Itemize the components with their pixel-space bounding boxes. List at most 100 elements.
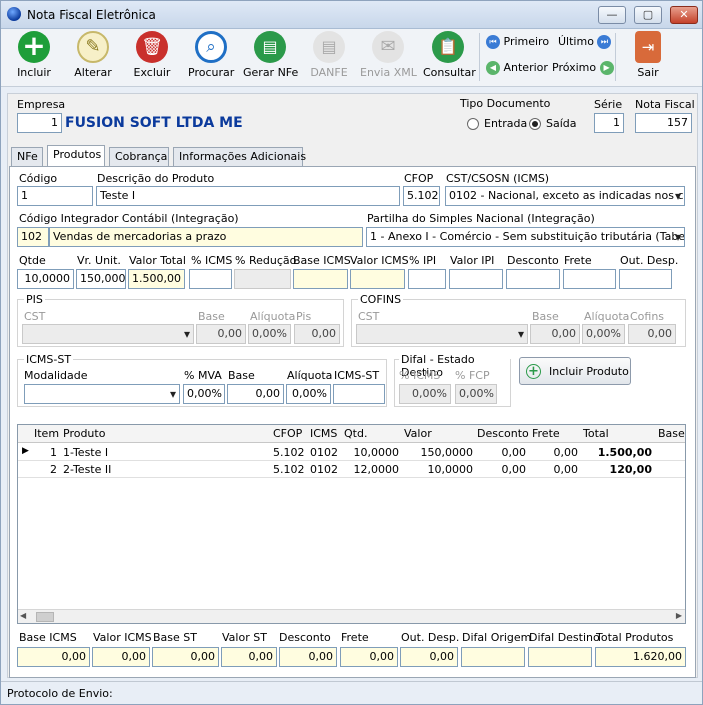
total-base-st-field[interactable]: 0,00 (152, 647, 219, 667)
col-cfop[interactable]: CFOP (273, 427, 302, 440)
st-aliquota-field[interactable]: 0,00% (286, 384, 331, 404)
ultimo-button[interactable]: Último ⏭ (558, 35, 612, 49)
procurar-button[interactable]: ⌕ Procurar (188, 31, 234, 79)
difal-origem-field[interactable] (461, 647, 525, 667)
col-valor[interactable]: Valor (404, 427, 432, 440)
empresa-code-field[interactable]: 1 (17, 113, 62, 133)
col-frete[interactable]: Frete (532, 427, 560, 440)
tab-cobranca[interactable]: Cobrança (109, 147, 169, 166)
total-frete-field[interactable]: 0,00 (340, 647, 398, 667)
col-item[interactable]: Item (34, 427, 59, 440)
scroll-left-icon[interactable]: ◀ (20, 611, 26, 620)
difal-icms-label: % ICMS (399, 369, 441, 382)
desconto-field[interactable] (506, 269, 560, 289)
pis-base-field[interactable]: 0,00 (196, 324, 246, 344)
p-ipi-field[interactable] (408, 269, 446, 289)
qtde-field[interactable]: 10,0000 (17, 269, 74, 289)
tab-nfe[interactable]: NFe (11, 147, 43, 166)
scroll-thumb[interactable] (36, 612, 54, 622)
col-base[interactable]: Base (658, 427, 685, 440)
cofins-cst-label: CST (358, 310, 380, 323)
pis-cst-select[interactable] (22, 324, 194, 344)
difal-group: Difal - Estado Destino % ICMS 0,00% % FC… (394, 353, 511, 407)
out-desp-field[interactable] (619, 269, 672, 289)
base-icms-field[interactable] (293, 269, 348, 289)
col-icms[interactable]: ICMS (310, 427, 337, 440)
pis-aliquota-field[interactable]: 0,00% (248, 324, 291, 344)
cofins-base-field[interactable]: 0,00 (530, 324, 580, 344)
difal-icms-field[interactable]: 0,00% (399, 384, 451, 404)
total-out-desp-field[interactable]: 0,00 (400, 647, 458, 667)
consultar-button[interactable]: 📋 Consultar (423, 31, 476, 79)
envelope-icon: ✉ (372, 31, 404, 63)
scroll-right-icon[interactable]: ▶ (676, 611, 682, 620)
tab-informacoes-adicionais[interactable]: Informações Adicionais (173, 147, 306, 166)
total-base-icms-field[interactable]: 0,00 (17, 647, 90, 667)
entrada-radio[interactable] (467, 118, 479, 130)
col-total[interactable]: Total (583, 427, 609, 440)
icms-st-field[interactable] (333, 384, 385, 404)
incluir-produto-button[interactable]: + Incluir Produto (519, 357, 631, 385)
valor-ipi-field[interactable] (449, 269, 503, 289)
pis-cst-label: CST (24, 310, 46, 323)
proximo-button[interactable]: Próximo ▶ (552, 61, 614, 75)
maximize-button[interactable]: ▢ (634, 6, 662, 24)
valor-icms-field[interactable] (350, 269, 405, 289)
col-produto[interactable]: Produto (63, 427, 105, 440)
cofins-group: COFINS CST Base 0,00 Alíquota 0,00% Cofi… (351, 293, 686, 347)
saida-label: Saída (546, 117, 577, 130)
tab-produtos[interactable]: Produtos (47, 145, 105, 166)
cst-label: CST/CSOSN (ICMS) (446, 172, 550, 185)
excluir-button[interactable]: 🗑 Excluir (130, 31, 174, 79)
table-row[interactable]: 2 2-Teste II 5.102 0102 12,0000 10,0000 … (18, 461, 685, 478)
cfop-field[interactable]: 5.102 (403, 186, 440, 206)
difal-fcp-field[interactable]: 0,00% (455, 384, 497, 404)
add-icon: + (526, 364, 541, 379)
nota-fiscal-field[interactable]: 157 (635, 113, 692, 133)
st-base-field[interactable]: 0,00 (227, 384, 284, 404)
codigo-field[interactable]: 1 (17, 186, 93, 206)
p-icms-field[interactable] (189, 269, 232, 289)
vr-unit-field[interactable]: 150,0000 (76, 269, 126, 289)
total-valor-icms-field[interactable]: 0,00 (92, 647, 150, 667)
cst-select[interactable]: 0102 - Nacional, exceto as indicadas nos… (445, 186, 685, 206)
main-window: Nota Fiscal Eletrônica — ▢ ✕ + Incluir ✎… (0, 0, 703, 705)
sair-button[interactable]: ⇥ Sair (628, 31, 668, 79)
envia-xml-button[interactable]: ✉ Envia XML (360, 31, 417, 79)
p-reducao-field[interactable] (234, 269, 291, 289)
total-desconto-field[interactable]: 0,00 (279, 647, 337, 667)
sair-label: Sair (637, 66, 659, 79)
valor-ipi-label: Valor IPI (450, 254, 495, 267)
entrada-label: Entrada (484, 117, 528, 130)
cofins-cst-select[interactable] (356, 324, 528, 344)
alterar-button[interactable]: ✎ Alterar (71, 31, 115, 79)
incluir-button[interactable]: + Incluir (13, 31, 55, 80)
table-row[interactable]: ▶ 1 1-Teste I 5.102 0102 10,0000 150,000… (18, 444, 685, 461)
mva-field[interactable]: 0,00% (183, 384, 225, 404)
descricao-field[interactable]: Teste I (96, 186, 400, 206)
modalidade-select[interactable] (24, 384, 180, 404)
danfe-button[interactable]: ▤ DANFE (307, 31, 351, 79)
close-button[interactable]: ✕ (670, 6, 698, 24)
difal-destino-field[interactable] (528, 647, 592, 667)
total-produtos-field[interactable]: 1.620,00 (595, 647, 686, 667)
col-desconto[interactable]: Desconto (477, 427, 529, 440)
pis-valor-field[interactable]: 0,00 (294, 324, 340, 344)
difal-origem-label: Difal Origem (462, 631, 532, 644)
total-valor-st-field[interactable]: 0,00 (221, 647, 277, 667)
saida-radio[interactable] (529, 118, 541, 130)
anterior-button[interactable]: ◀ Anterior (486, 61, 548, 75)
valor-total-field[interactable]: 1.500,00 (128, 269, 185, 289)
cofins-valor-field[interactable]: 0,00 (628, 324, 676, 344)
frete-field[interactable] (563, 269, 616, 289)
integrador-code-field[interactable]: 102 (17, 227, 49, 247)
gerar-nfe-button[interactable]: ▤ Gerar NFe (243, 31, 298, 79)
col-qtd[interactable]: Qtd. (344, 427, 367, 440)
serie-field[interactable]: 1 (594, 113, 624, 133)
cofins-aliquota-field[interactable]: 0,00% (582, 324, 625, 344)
minimize-button[interactable]: — (598, 6, 626, 24)
primeiro-button[interactable]: ⏮ Primeiro (486, 35, 549, 49)
horizontal-scrollbar[interactable]: ◀ ▶ (18, 609, 685, 623)
integrador-desc-field[interactable]: Vendas de mercadorias a prazo (49, 227, 363, 247)
partilha-select[interactable]: 1 - Anexo I - Comércio - Sem substituiçã… (366, 227, 685, 247)
